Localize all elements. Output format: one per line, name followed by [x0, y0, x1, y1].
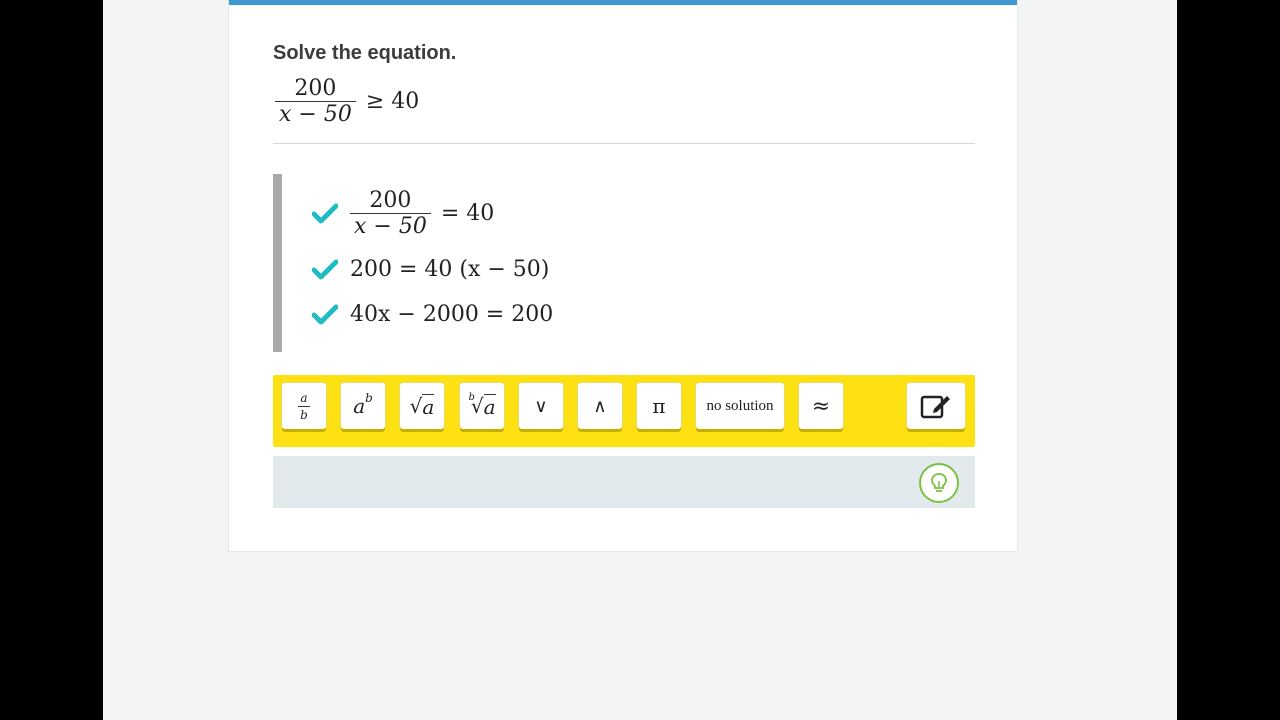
- pi-key[interactable]: π: [637, 383, 681, 429]
- divider: [273, 143, 975, 144]
- nth-root-key-arg: a: [483, 393, 496, 419]
- problem-relation: ≥ 40: [365, 89, 420, 115]
- lightbulb-icon: [931, 473, 947, 492]
- hint-button[interactable]: [919, 463, 959, 503]
- question-prompt: Solve the equation.: [273, 42, 457, 64]
- solution-steps: 200 x − 50 = 40 200 = 40 (x − 50) 40x − …: [273, 174, 975, 352]
- exponent-key-base: a: [353, 394, 366, 418]
- or-key[interactable]: ∨: [519, 383, 563, 429]
- page-background: Solve the equation. 200 x − 50 ≥ 40 200 …: [103, 0, 1177, 720]
- sqrt-key-symbol: √: [409, 394, 423, 418]
- fraction-glyph: a b: [298, 391, 310, 422]
- problem-denominator: x − 50: [275, 101, 356, 127]
- step-2[interactable]: 200 = 40 (x − 50): [312, 257, 549, 282]
- nth-root-key[interactable]: b √ a: [460, 383, 504, 429]
- exponent-key-power: b: [365, 391, 373, 405]
- and-key[interactable]: ∧: [578, 383, 622, 429]
- step-1-denominator: x − 50: [350, 213, 431, 239]
- step-1[interactable]: 200 x − 50 = 40: [312, 188, 494, 240]
- step-1-numerator: 200: [369, 188, 412, 213]
- pencil-edit-icon: [920, 395, 950, 419]
- step-1-fraction: 200 x − 50: [350, 188, 431, 240]
- progress-top-bar: [229, 0, 1017, 5]
- sqrt-key-arg: a: [422, 393, 435, 419]
- problem-expression: 200 x − 50 ≥ 40: [275, 76, 419, 128]
- exponent-key[interactable]: ab: [341, 383, 385, 429]
- math-keypad-toolbar: a b ab √ a b √ a ∨ ∧ π no solution ≈: [273, 375, 975, 447]
- problem-numerator: 200: [294, 76, 337, 101]
- exercise-card: Solve the equation. 200 x − 50 ≥ 40 200 …: [228, 0, 1018, 552]
- scratchpad-key[interactable]: [907, 383, 965, 429]
- step-3-expression: 40x − 2000 = 200: [350, 302, 554, 327]
- sqrt-key[interactable]: √ a: [400, 383, 444, 429]
- approx-key[interactable]: ≈: [799, 383, 843, 429]
- hint-bar: [273, 456, 975, 508]
- nth-root-key-index: b: [468, 391, 475, 403]
- fraction-key-top: a: [300, 390, 308, 405]
- step-3[interactable]: 40x − 2000 = 200: [312, 302, 553, 327]
- no-solution-key[interactable]: no solution: [696, 383, 784, 429]
- check-icon: [312, 304, 338, 324]
- fraction-key[interactable]: a b: [282, 383, 326, 429]
- step-2-expression: 200 = 40 (x − 50): [350, 257, 550, 282]
- step-1-rest: = 40: [440, 201, 495, 227]
- problem-fraction: 200 x − 50: [275, 76, 356, 128]
- fraction-key-bottom: b: [300, 407, 308, 422]
- fraction-bar: [298, 405, 310, 407]
- check-icon: [312, 259, 338, 279]
- check-icon: [312, 203, 338, 224]
